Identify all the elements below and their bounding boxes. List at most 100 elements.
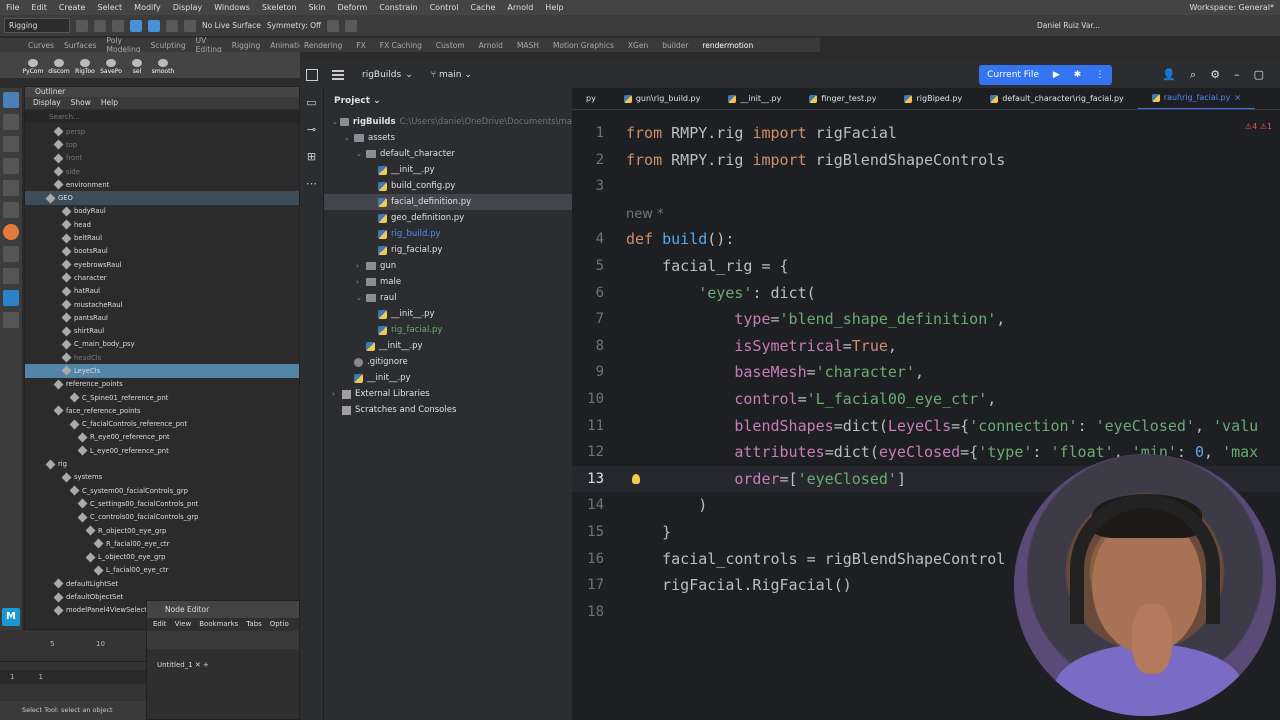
tree-folder[interactable]: ⌄ default_character <box>324 146 572 162</box>
node-editor-tab[interactable]: Untitled_1 ✕ + <box>147 661 299 669</box>
editor-tab[interactable]: default_character\rig_facial.py <box>976 88 1138 109</box>
close-icon[interactable]: × <box>1234 88 1241 109</box>
more-icon[interactable]: ⋮ <box>1095 70 1104 80</box>
project-switcher[interactable]: rigBuilds <box>362 70 401 80</box>
node-editor-menu-edit[interactable]: Edit <box>153 618 167 631</box>
commit-icon[interactable]: ⊸ <box>307 123 316 136</box>
outliner-item[interactable]: L_eye00_reference_pnt <box>25 444 299 457</box>
shelf-button-rigtoo[interactable]: RigToo <box>74 55 96 75</box>
shelf-tab-motion-graphics[interactable]: Motion Graphics <box>553 41 614 50</box>
scale-tool-icon[interactable] <box>3 202 19 218</box>
shelf-button-sel[interactable]: sel <box>126 55 148 75</box>
outliner-item[interactable]: front <box>25 152 299 165</box>
move-tool-icon[interactable] <box>148 19 160 32</box>
gear-icon[interactable]: ⚙ <box>1210 68 1220 82</box>
code-line[interactable]: 3 <box>572 173 1280 200</box>
outliner-item[interactable]: systems <box>25 471 299 484</box>
maximize-icon[interactable]: ▢ <box>1254 68 1264 82</box>
node-editor-menu-tabs[interactable]: Tabs <box>246 618 262 631</box>
outliner-item[interactable]: L_facial00_eye_ctr <box>25 564 299 577</box>
menu-edit[interactable]: Edit <box>25 3 53 12</box>
menu-windows[interactable]: Windows <box>208 3 256 12</box>
code-line[interactable]: 8 isSymetrical=True, <box>572 333 1280 360</box>
shelf-tab-rendermotion[interactable]: rendermotion <box>702 41 753 50</box>
lasso-tool-icon[interactable] <box>3 114 19 130</box>
timeline-ruler[interactable]: 5 10 <box>0 630 146 662</box>
range-value-field[interactable]: 1 <box>38 673 42 681</box>
outliner-item[interactable]: bodyRaul <box>25 205 299 218</box>
outliner-item[interactable]: bootsRaul <box>25 245 299 258</box>
tree-file[interactable]: facial_definition.py <box>324 194 572 210</box>
menu-control[interactable]: Control <box>424 3 465 12</box>
debug-icon[interactable]: ✱ <box>1074 70 1082 80</box>
tree-file[interactable]: › External Libraries <box>324 386 572 402</box>
open-scene-icon[interactable] <box>94 19 106 32</box>
editor-tab[interactable]: finger_test.py <box>795 88 890 109</box>
chevron-right-icon[interactable]: › <box>356 262 366 270</box>
render-icon[interactable] <box>327 19 340 32</box>
shelf-tab-fx[interactable]: FX <box>356 41 365 50</box>
chevron-down-icon[interactable]: ⌄ <box>356 294 366 302</box>
layout-icon[interactable] <box>3 268 19 284</box>
shelf-tab-surfaces[interactable]: Surfaces <box>64 41 96 50</box>
tree-file[interactable]: Scratches and Consoles <box>324 402 572 418</box>
close-icon[interactable]: ✕ <box>195 661 201 669</box>
shelf-button-discom[interactable]: discom <box>48 55 70 75</box>
outliner-item[interactable]: pantsRaul <box>25 311 299 324</box>
tree-file[interactable]: geo_definition.py <box>324 210 572 226</box>
outliner-item[interactable]: defaultLightSet <box>25 577 299 590</box>
structure-icon[interactable]: ⊞ <box>307 150 316 163</box>
outliner-item[interactable]: mustacheRaul <box>25 298 299 311</box>
outliner-item[interactable]: rig <box>25 457 299 470</box>
tree-file[interactable]: __init__.py <box>324 162 572 178</box>
menu-select[interactable]: Select <box>91 3 128 12</box>
outliner-item[interactable]: side <box>25 165 299 178</box>
code-line[interactable]: 10 control='L_facial00_eye_ctr', <box>572 386 1280 413</box>
tree-file[interactable]: __init__.py <box>324 306 572 322</box>
outliner-item[interactable]: character <box>25 271 299 284</box>
sphere-icon[interactable] <box>3 224 19 240</box>
outliner-item[interactable]: C_Spine01_reference_pnt <box>25 391 299 404</box>
shelf-button-pycom[interactable]: PyCom <box>22 55 44 75</box>
shelf-tab-builder[interactable]: builder <box>662 41 688 50</box>
outliner-search-input[interactable]: Search... <box>25 111 299 123</box>
tree-file[interactable]: rig_build.py <box>324 226 572 242</box>
shelf-tab-curves[interactable]: Curves <box>28 41 54 50</box>
outliner-item[interactable]: C_settings00_facialControls_pnt <box>25 497 299 510</box>
code-line[interactable]: 9 baseMesh='character', <box>572 359 1280 386</box>
tree-folder[interactable]: ⌄ raul <box>324 290 572 306</box>
tree-file[interactable]: __init__.py <box>324 338 572 354</box>
outliner-item[interactable]: C_facialControls_reference_pnt <box>25 418 299 431</box>
intention-bulb-icon[interactable] <box>632 473 640 484</box>
code-line[interactable]: 5 facial_rig = { <box>572 253 1280 280</box>
chevron-right-icon[interactable]: › <box>356 278 366 286</box>
tree-file[interactable]: __init__.py <box>324 370 572 386</box>
outliner-item[interactable]: C_main_body_psy <box>25 338 299 351</box>
move-tool-icon[interactable] <box>3 158 19 174</box>
outliner-item[interactable]: shirtRaul <box>25 324 299 337</box>
code-line[interactable]: 11 blendShapes=dict(LeyeCls={'connection… <box>572 413 1280 440</box>
outliner-menu-help[interactable]: Help <box>101 97 118 109</box>
outliner-item[interactable]: environment <box>25 178 299 191</box>
folder-icon[interactable]: ▭ <box>306 96 316 109</box>
shelf-tab-arnold[interactable]: Arnold <box>479 41 503 50</box>
paint-select-icon[interactable] <box>3 136 19 152</box>
chevron-down-icon[interactable]: ⌄ <box>356 150 366 158</box>
menu-file[interactable]: File <box>0 3 25 12</box>
outliner-item[interactable]: headCls <box>25 351 299 364</box>
menu-modify[interactable]: Modify <box>128 3 167 12</box>
outliner-item[interactable]: R_facial00_eye_ctr <box>25 537 299 550</box>
search-icon[interactable] <box>3 312 19 328</box>
menu-constrain[interactable]: Constrain <box>373 3 423 12</box>
node-editor-menu-optio[interactable]: Optio <box>270 618 289 631</box>
menu-skeleton[interactable]: Skeleton <box>256 3 303 12</box>
outliner-item[interactable]: top <box>25 138 299 151</box>
editor-tab[interactable]: rigBiped.py <box>890 88 976 109</box>
editor-tab[interactable]: __init__.py <box>714 88 795 109</box>
menu-cache[interactable]: Cache <box>465 3 502 12</box>
range-start-field[interactable]: 1 <box>10 673 14 681</box>
editor-tab[interactable]: gun\rig_build.py <box>610 88 715 109</box>
shelf-button-savepo[interactable]: SavePo <box>100 55 122 75</box>
menuset-dropdown[interactable]: Rigging <box>4 18 70 33</box>
minimize-icon[interactable]: – <box>1234 68 1240 82</box>
